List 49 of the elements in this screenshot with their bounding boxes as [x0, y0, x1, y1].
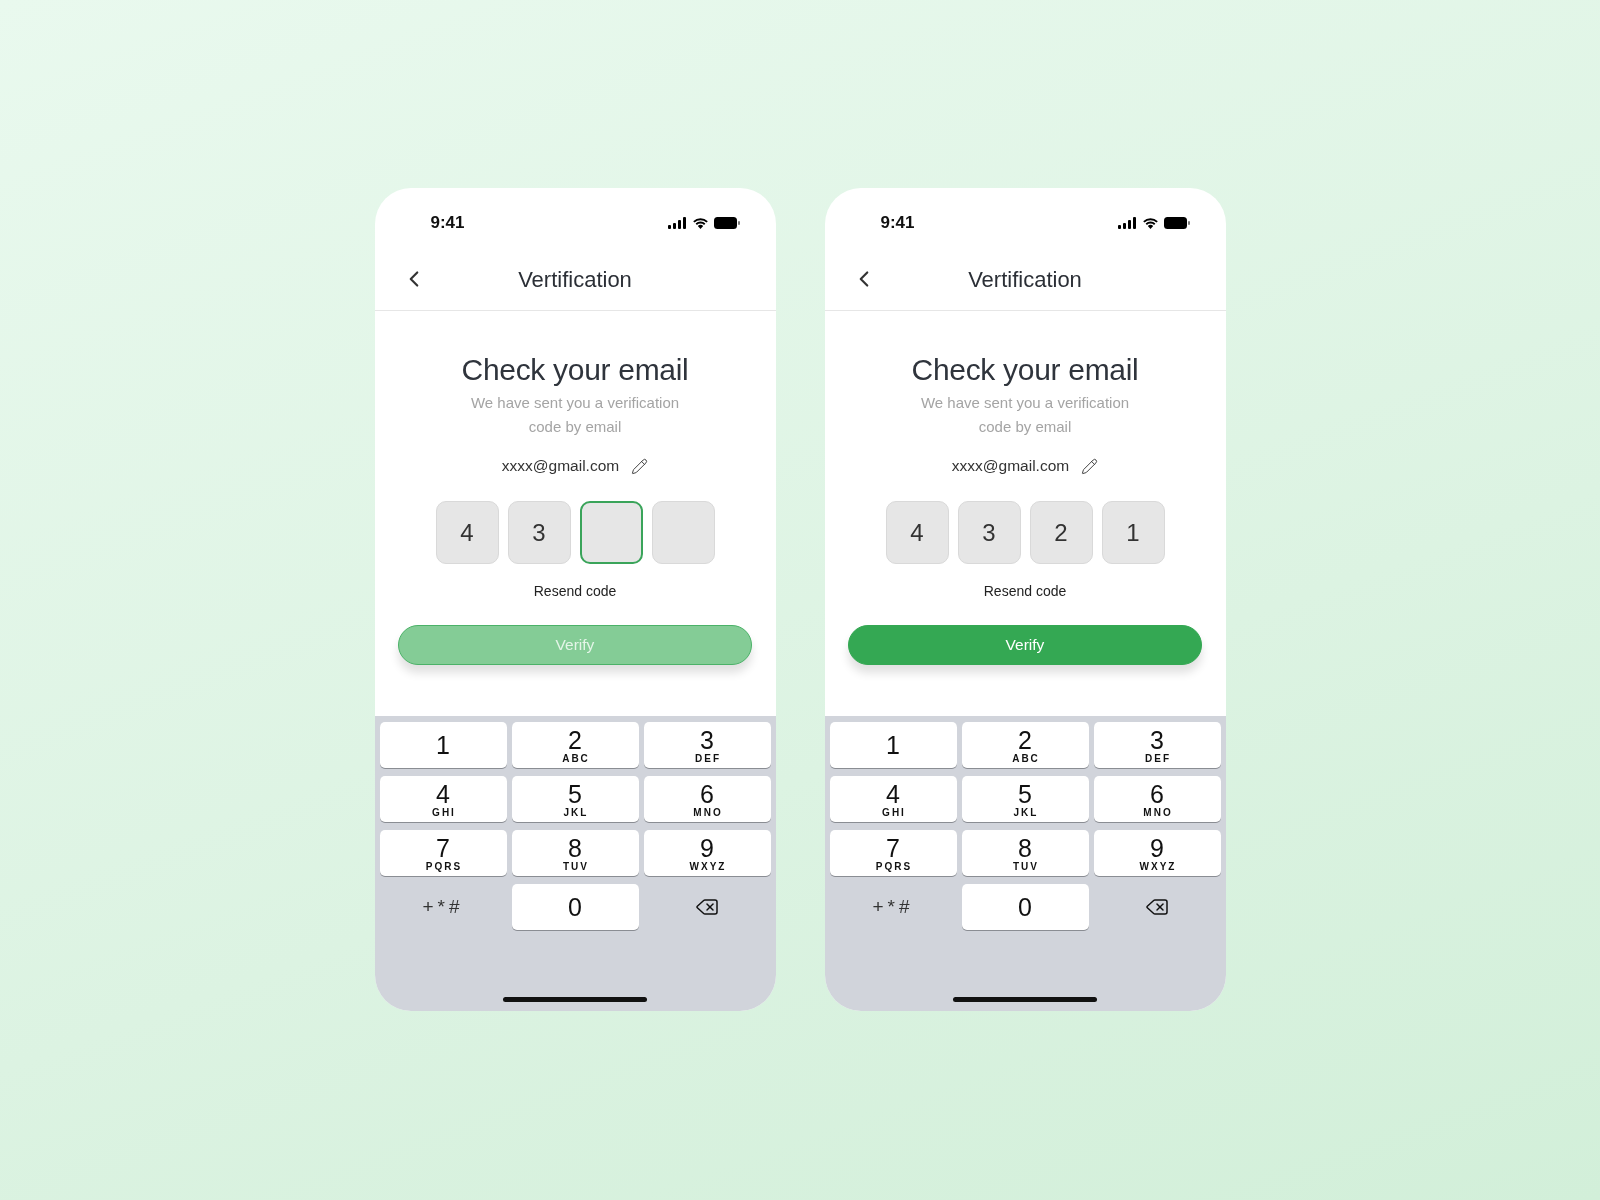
symbols-key[interactable]: +*# — [829, 884, 957, 930]
keypad-key[interactable]: 4 GHI — [829, 776, 957, 822]
keypad-key[interactable]: 7 PQRS — [829, 830, 957, 876]
keypad-key[interactable]: 8 TUV — [961, 830, 1089, 876]
header-title: Vertification — [518, 267, 632, 293]
keypad-key[interactable]: 7 PQRS — [379, 830, 507, 876]
header-title: Vertification — [968, 267, 1082, 293]
keypad-key[interactable]: 0 — [511, 884, 639, 930]
code-digit-field[interactable]: 4 — [435, 501, 499, 564]
email-text: xxxx@gmail.com — [501, 457, 620, 475]
code-digit-field[interactable] — [579, 501, 643, 564]
keypad-key[interactable]: 2 ABC — [961, 722, 1089, 768]
edit-icon[interactable] — [631, 457, 649, 475]
keypad-key[interactable]: 8 TUV — [511, 830, 639, 876]
symbols-key[interactable]: +*# — [379, 884, 507, 930]
keypad-key[interactable]: 3 DEF — [643, 722, 771, 768]
keypad-key[interactable]: 9 WXYZ — [643, 830, 771, 876]
keypad-key[interactable]: 9 WXYZ — [1093, 830, 1221, 876]
resend-code-link[interactable]: Resend code — [533, 583, 617, 599]
status-time: 9:41 — [880, 213, 915, 233]
subtitle: We have sent you a verification code by email — [919, 393, 1131, 437]
code-digit-field[interactable]: 3 — [957, 501, 1021, 564]
heading: Check your email — [911, 353, 1139, 387]
resend-code-link[interactable]: Resend code — [983, 583, 1067, 599]
email-text: xxxx@gmail.com — [951, 457, 1070, 475]
wifi-icon — [1141, 217, 1159, 229]
keypad-key[interactable]: 1 — [829, 722, 957, 768]
signal-icon — [667, 217, 687, 229]
status-time: 9:41 — [430, 213, 465, 233]
keypad-key[interactable]: 2 ABC — [511, 722, 639, 768]
heading: Check your email — [461, 353, 689, 387]
keypad-key[interactable]: 3 DEF — [1093, 722, 1221, 768]
edit-icon[interactable] — [1081, 457, 1099, 475]
wifi-icon — [691, 217, 709, 229]
code-digit-field[interactable]: 4 — [885, 501, 949, 564]
keypad-key[interactable]: 4 GHI — [379, 776, 507, 822]
keypad-key[interactable]: 1 — [379, 722, 507, 768]
code-digit-field[interactable]: 3 — [507, 501, 571, 564]
subtitle: We have sent you a verification code by email — [469, 393, 681, 437]
code-digit-field[interactable]: 1 — [1101, 501, 1165, 564]
keypad-key[interactable]: 5 JKL — [511, 776, 639, 822]
signal-icon — [1117, 217, 1137, 229]
keypad-key[interactable]: 6 MNO — [1093, 776, 1221, 822]
battery-icon — [713, 217, 740, 229]
code-digit-field[interactable]: 2 — [1029, 501, 1093, 564]
battery-icon — [1163, 217, 1190, 229]
keypad-key[interactable]: 0 — [961, 884, 1089, 930]
keypad-key[interactable]: 5 JKL — [961, 776, 1089, 822]
keypad-key[interactable]: 6 MNO — [643, 776, 771, 822]
